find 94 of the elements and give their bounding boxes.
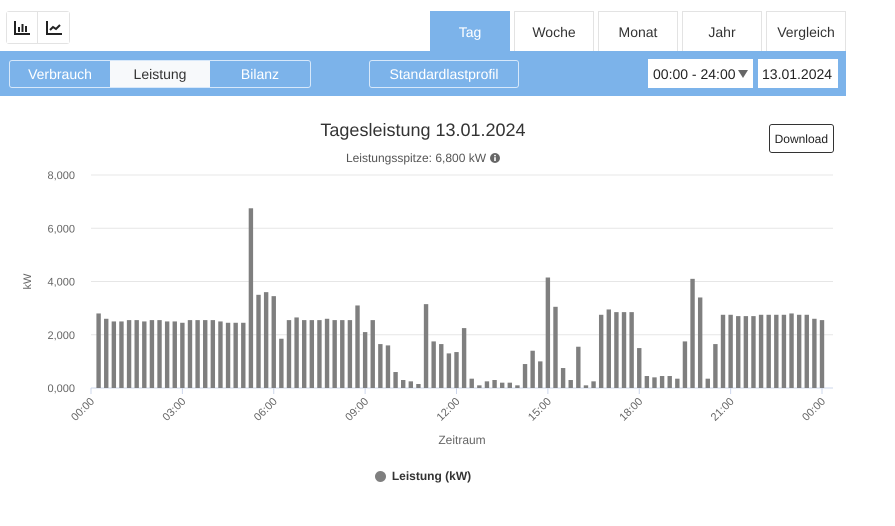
bar: [508, 382, 512, 388]
download-button[interactable]: Download: [768, 124, 834, 153]
period-tab[interactable]: Woche: [514, 11, 594, 51]
bar: [180, 322, 185, 388]
bar: [668, 376, 672, 388]
bar: [157, 320, 162, 388]
bar: [584, 385, 588, 388]
bar: [378, 344, 383, 388]
bar: [126, 320, 132, 388]
date-field[interactable]: 13.01.2024: [758, 59, 838, 88]
bar: [522, 364, 528, 388]
bar: [401, 380, 406, 388]
bar: [477, 385, 482, 388]
y-axis-label: 4,000: [47, 276, 75, 288]
bar: [591, 381, 596, 388]
bar: [294, 317, 299, 388]
bar: [812, 318, 817, 388]
bar: [744, 316, 748, 388]
bar: [332, 320, 337, 388]
bar: [484, 381, 490, 388]
bar: [362, 332, 368, 388]
bar: [408, 381, 413, 388]
bar: [195, 320, 200, 388]
y-axis-label: 0,000: [47, 383, 75, 395]
bar: [241, 322, 246, 388]
bar: [172, 321, 177, 388]
bar: [386, 345, 390, 388]
bar: [637, 348, 642, 388]
bar: [652, 377, 657, 388]
bar: [446, 353, 452, 388]
bar: [439, 344, 444, 388]
bar: [324, 318, 330, 388]
time-range-dropdown[interactable]: 00:00 - 24:00: [648, 59, 753, 88]
bar: [279, 338, 284, 388]
chart-title: Tagesleistung 13.01.2024: [320, 120, 526, 141]
bar: [340, 320, 344, 388]
info-icon: [490, 153, 500, 163]
bar: [431, 341, 436, 388]
y-axis-title: kW: [22, 274, 34, 290]
bar: [560, 368, 566, 388]
bar: [416, 384, 421, 388]
bar: [492, 380, 497, 388]
dropdown-caret-icon: [738, 70, 748, 78]
mode-tab[interactable]: Leistung: [110, 60, 210, 86]
bar: [286, 320, 292, 388]
x-axis-title: Zeitraum: [438, 433, 486, 447]
bar-chart-icon: [14, 20, 30, 34]
y-axis-label: 8,000: [47, 170, 75, 182]
bar: [203, 320, 208, 388]
bar: [820, 320, 824, 388]
bar: [302, 320, 306, 388]
legend-label[interactable]: Leistung (kW): [392, 469, 472, 483]
bar: [112, 321, 116, 388]
bar: [530, 350, 535, 388]
bar: [104, 318, 108, 388]
bar: [393, 372, 398, 388]
bar: [538, 361, 542, 388]
bar: [736, 316, 740, 388]
bar: [682, 341, 688, 388]
bar: [500, 382, 504, 388]
bar: [150, 320, 154, 388]
bar: [751, 316, 756, 388]
period-tab[interactable]: Vergleich: [766, 11, 846, 51]
bar: [164, 321, 170, 388]
bar: [142, 321, 146, 388]
chart-subtitle: Leistungsspitze: 6,800 kW: [346, 151, 486, 165]
period-tab[interactable]: Monat: [598, 11, 678, 51]
bar: [226, 322, 230, 388]
bar: [188, 320, 192, 388]
bar: [119, 321, 124, 388]
bar: [348, 320, 352, 388]
y-axis-label: 6,000: [47, 223, 75, 236]
bar: [454, 352, 459, 388]
bar: [462, 328, 466, 388]
bar: [134, 320, 139, 388]
bar: [317, 320, 322, 388]
line-chart-icon: [46, 20, 62, 34]
period-tab[interactable]: Jahr: [682, 11, 762, 51]
bar: [576, 346, 581, 388]
bar-chart-button[interactable]: [7, 12, 38, 43]
bar: [644, 376, 650, 388]
bar: [515, 385, 520, 388]
bar: [470, 378, 474, 388]
y-axis-label: 2,000: [47, 330, 75, 342]
bar: [218, 321, 223, 388]
bar: [713, 344, 718, 388]
bar: [568, 380, 573, 388]
bar: [210, 320, 216, 388]
bar: [310, 320, 314, 388]
bar: [675, 378, 680, 388]
bar: [233, 322, 238, 388]
bar: [370, 320, 375, 388]
bar: [706, 378, 710, 388]
bar: [660, 376, 664, 388]
